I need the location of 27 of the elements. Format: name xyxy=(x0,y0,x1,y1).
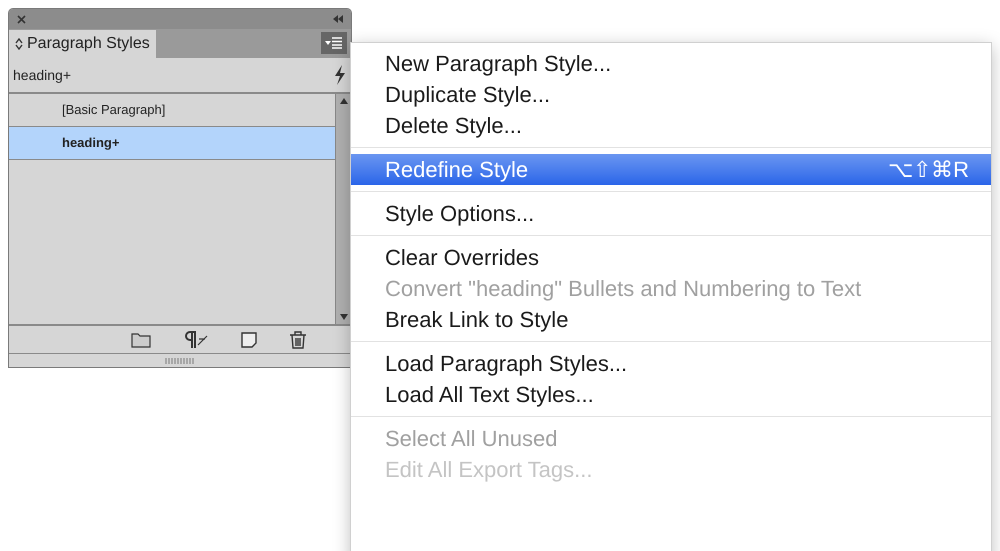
panel-tab[interactable]: Paragraph Styles xyxy=(9,30,156,58)
menu-item[interactable]: Delete Style... xyxy=(351,110,991,141)
current-style-text: heading+ xyxy=(13,66,72,85)
stepper-icon xyxy=(15,38,23,50)
new-page-icon[interactable] xyxy=(241,332,257,348)
resize-grip-icon[interactable] xyxy=(165,358,195,364)
style-item[interactable]: heading+ xyxy=(9,127,335,160)
collapse-icon[interactable] xyxy=(333,15,343,23)
trash-icon[interactable] xyxy=(289,330,307,348)
pilcrow-icon[interactable] xyxy=(183,330,209,348)
shortcut-text: ⌥⇧⌘R xyxy=(888,156,969,184)
menu-item[interactable]: Load All Text Styles... xyxy=(351,379,991,410)
menu-item[interactable]: New Paragraph Style... xyxy=(351,48,991,79)
menu-item[interactable]: Load Paragraph Styles... xyxy=(351,348,991,379)
scroll-up-icon[interactable] xyxy=(340,98,348,104)
menu-item[interactable]: Duplicate Style... xyxy=(351,79,991,110)
menu-item[interactable]: Redefine Style ⌥⇧⌘R xyxy=(351,154,991,185)
menu-item[interactable]: Break Link to Style xyxy=(351,304,991,335)
lightning-icon[interactable] xyxy=(333,65,347,85)
close-icon[interactable] xyxy=(17,14,26,24)
menu-icon xyxy=(325,37,343,49)
menu-item[interactable]: Clear Overrides xyxy=(351,242,991,273)
scrollbar[interactable] xyxy=(335,94,351,324)
menu-item[interactable]: Style Options... xyxy=(351,198,991,229)
panel-menu-button[interactable] xyxy=(321,32,347,54)
scroll-down-icon[interactable] xyxy=(340,314,348,320)
folder-icon[interactable] xyxy=(131,332,151,348)
